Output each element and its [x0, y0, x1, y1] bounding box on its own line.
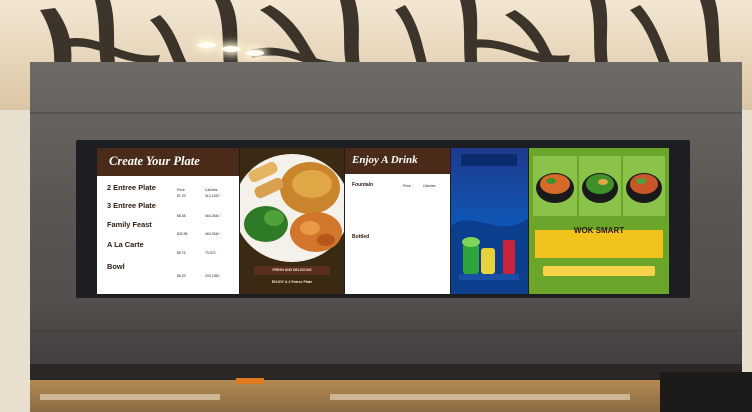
- small-orange-sign: [236, 378, 264, 384]
- counter-trim: [40, 394, 220, 400]
- dark-equipment-panel: [660, 372, 752, 412]
- ceiling-light-icon: [198, 42, 216, 48]
- menu-item-calories: 200-1360: [205, 274, 220, 278]
- restaurant-menu-board-photo: Create Your Plate Price Calories 2 Entre…: [0, 0, 752, 412]
- drink-menu-panel: Enjoy A Drink Fountain Price Calories Bo…: [345, 148, 450, 294]
- menu-item-name: 2 Entree Plate: [107, 183, 156, 192]
- menu-item-price: $8.58: [177, 214, 186, 218]
- menu-item-price: $6.29: [177, 274, 186, 278]
- ceiling-light-icon: [222, 46, 240, 52]
- drink-price-header: Price: [403, 184, 411, 188]
- menu-item-calories: 460-2640: [205, 214, 220, 218]
- bottled-heading: Bottled: [352, 234, 370, 240]
- wall-seam: [30, 112, 742, 114]
- menu-item-calories: 460-2640: [205, 232, 220, 236]
- menu-item-calories: 310-1490: [205, 194, 220, 198]
- menu-item-calories: 70-570: [205, 251, 216, 255]
- food-caption: ENJOY A 2 Entree Plate: [271, 280, 313, 284]
- food-banner: FRESH AND DELICIOUS: [254, 266, 330, 275]
- drink-ad-graphic: [451, 154, 528, 294]
- wok-smart-logo: WOK SMART: [573, 226, 625, 235]
- ceiling-light-icon: [246, 50, 264, 56]
- menu-item-price: $30.98: [177, 232, 188, 236]
- panel-title: Create Your Plate: [97, 148, 239, 176]
- drink-ad-panel: [451, 148, 528, 294]
- menu-item-name: Family Feast: [107, 220, 152, 229]
- menu-item-price: $5.75: [177, 251, 186, 255]
- menu-item-name: A La Carte: [107, 240, 144, 249]
- wok-smart-bowls: [529, 148, 669, 294]
- counter-trim: [330, 394, 630, 400]
- menu-item-name: 3 Entree Plate: [107, 201, 156, 210]
- wok-smart-panel: WOK SMART: [529, 148, 669, 294]
- menu-item-price: $7.29: [177, 194, 186, 198]
- drink-panel-title: Enjoy A Drink: [345, 148, 450, 174]
- fountain-heading: Fountain: [352, 182, 374, 188]
- drink-calories-header: Calories: [423, 184, 436, 188]
- food-photo-panel: FRESH AND DELICIOUS ENJOY A 2 Entree Pla…: [240, 148, 344, 294]
- soffit: [30, 364, 742, 380]
- create-plate-panel: Create Your Plate Price Calories 2 Entre…: [97, 148, 239, 294]
- menu-item-name: Bowl: [107, 262, 125, 271]
